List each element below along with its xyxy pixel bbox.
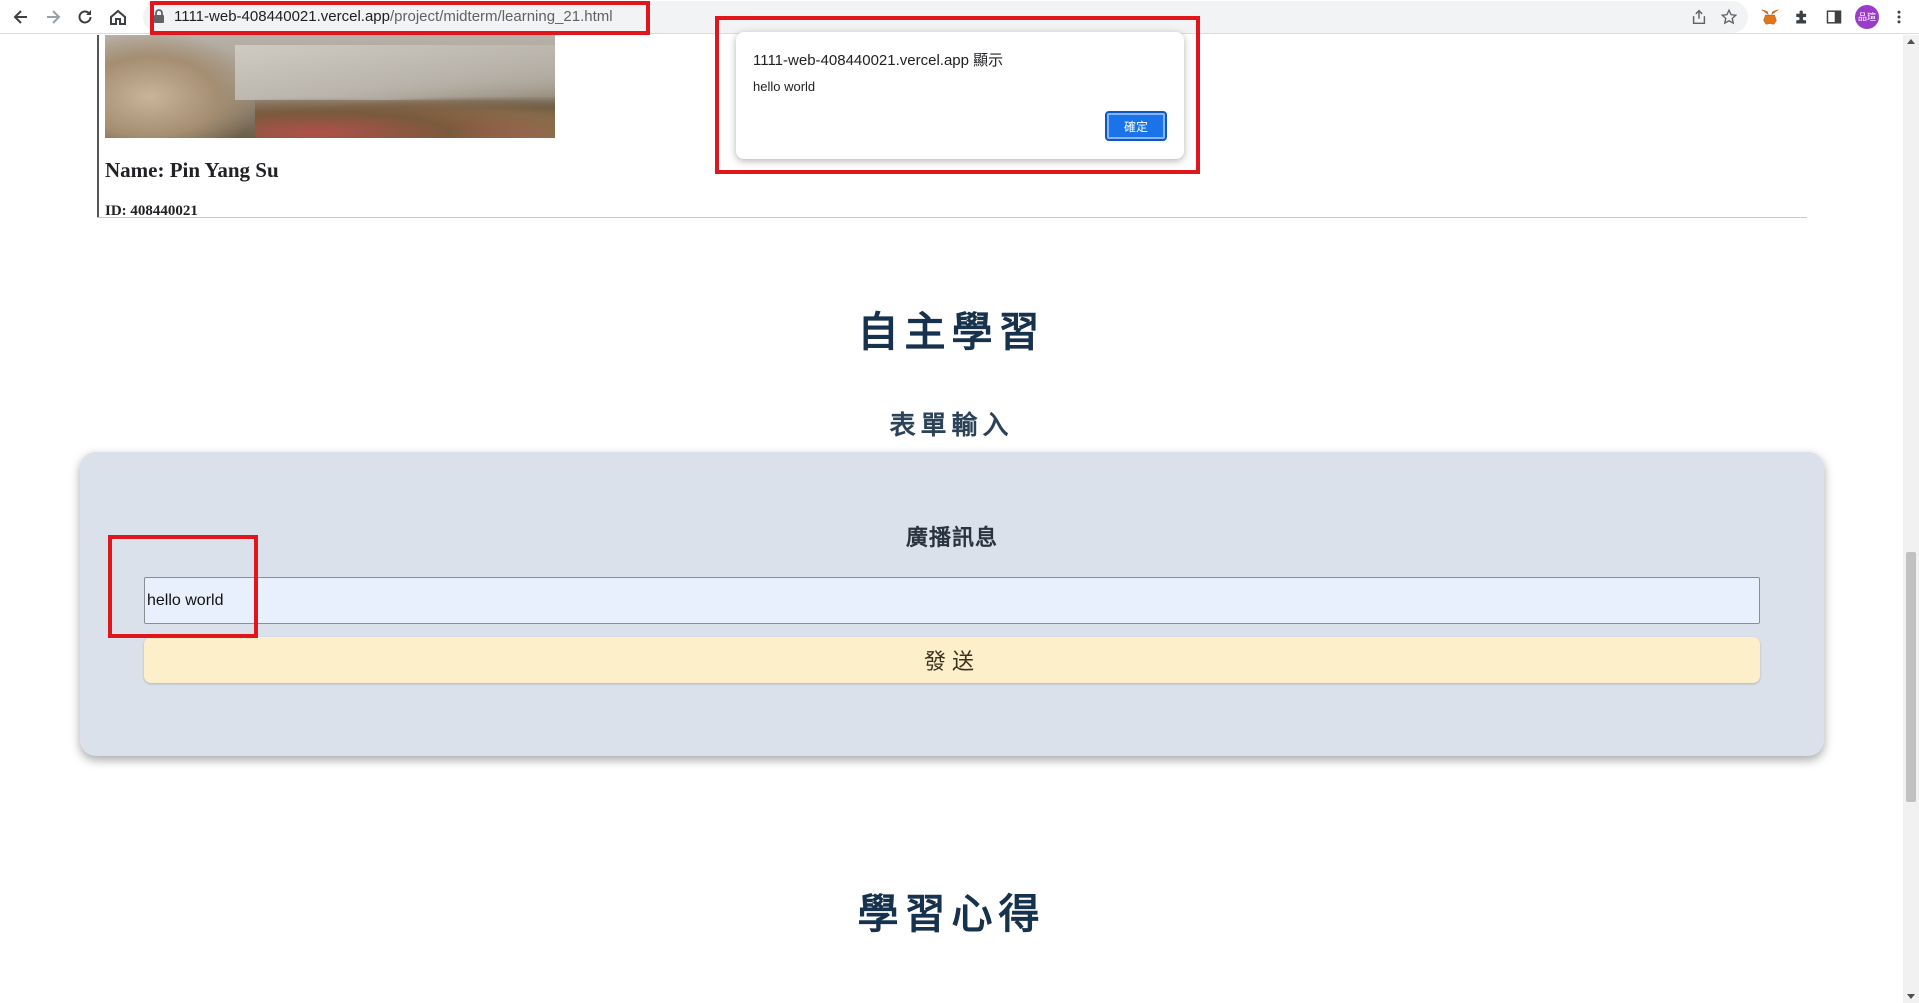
broadcast-form-card: 廣播訊息 發送 xyxy=(80,452,1824,756)
broadcast-message-input[interactable] xyxy=(144,577,1760,624)
broadcast-label: 廣播訊息 xyxy=(905,525,998,550)
form-title: 表單輸入 xyxy=(889,410,1014,440)
reflection-title: 學習心得 xyxy=(857,891,1046,937)
send-button[interactable]: 發送 xyxy=(144,637,1760,683)
forward-icon[interactable] xyxy=(41,5,65,29)
avatar[interactable]: 品瑄 xyxy=(1855,5,1879,29)
annotation-box-alert xyxy=(715,16,1200,174)
back-icon[interactable] xyxy=(9,5,33,29)
page-viewport: Name: Pin Yang Su ID: 408440021 自主學習 表單輸… xyxy=(0,35,1903,1003)
extensions-icon[interactable] xyxy=(1791,6,1813,28)
sidepanel-icon[interactable] xyxy=(1823,6,1845,28)
profile-photo xyxy=(105,35,555,138)
scroll-thumb[interactable] xyxy=(1906,552,1916,802)
scroll-down-arrow-icon[interactable] xyxy=(1907,994,1915,999)
annotation-box-input xyxy=(108,535,258,638)
menu-icon[interactable] xyxy=(1888,6,1910,28)
photo-plants xyxy=(255,97,555,138)
learning-title: 自主學習 xyxy=(857,309,1046,355)
scroll-up-arrow-icon[interactable] xyxy=(1907,39,1915,44)
content-left-border xyxy=(97,35,99,218)
annotation-box-url xyxy=(150,1,650,35)
divider xyxy=(97,217,1807,218)
share-icon[interactable] xyxy=(1689,7,1709,27)
reload-icon[interactable] xyxy=(73,5,97,29)
metamask-icon[interactable] xyxy=(1759,6,1781,28)
profile-name: Name: Pin Yang Su xyxy=(105,158,279,182)
star-icon[interactable] xyxy=(1719,7,1739,27)
photo-rock xyxy=(105,35,255,138)
home-icon[interactable] xyxy=(106,5,130,29)
photo-shore xyxy=(235,45,555,100)
page-scrollbar[interactable] xyxy=(1903,35,1919,1003)
